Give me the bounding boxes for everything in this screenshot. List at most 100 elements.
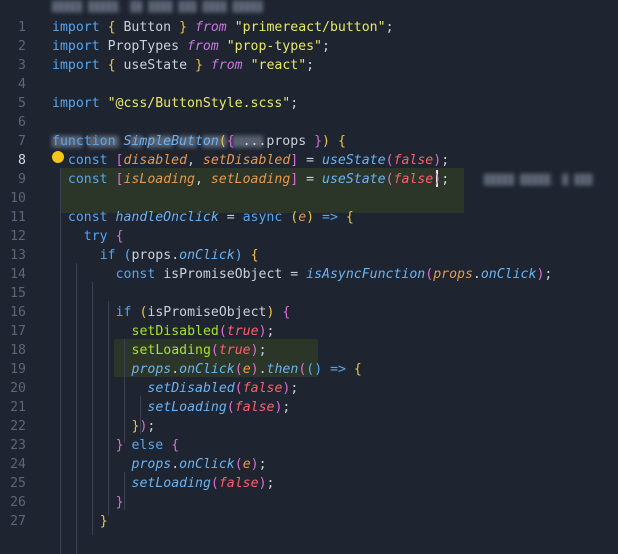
code-line-23[interactable]: } else { [116,436,180,455]
code-line-18[interactable]: setLoading(true); [132,341,267,360]
code-line-21[interactable]: setLoading(false); [147,398,290,417]
code-token: { [107,20,116,35]
code-token: onClick [179,362,235,377]
code-token: useState [115,58,195,73]
code-line-26[interactable]: } [116,493,124,512]
code-token: Button [115,20,180,35]
code-line-12[interactable]: try { [84,227,124,246]
code-line-1[interactable]: import { Button } from "primereact/butto… [52,18,394,37]
code-token: { [337,134,346,149]
code-line-24[interactable]: props.onClick(e); [132,455,267,474]
code-token: . [171,457,180,472]
code-token: ; [441,172,450,187]
line-number[interactable]: 4 [0,75,26,94]
line-number[interactable]: 3 [0,56,26,75]
code-token: () [306,362,323,377]
code-token: props [131,362,172,377]
line-number[interactable]: 5 [0,94,26,113]
line-number[interactable]: 24 [0,455,26,474]
code-line-25[interactable]: setLoading(false); [132,474,275,493]
code-line-27[interactable]: } [100,512,108,531]
lightbulb-icon[interactable] [52,151,64,163]
line-number[interactable]: 22 [0,417,26,436]
line-number[interactable]: 13 [0,246,26,265]
line-number[interactable]: 1 [0,18,26,37]
code-area[interactable]: █████ █████, ██ ████ ███ ████ █████ ████… [52,0,618,554]
code-token: ) [250,362,259,377]
code-token: ( [385,172,394,187]
code-token: , [187,153,203,168]
line-number[interactable]: 14 [0,265,26,284]
code-token: setDisabled [131,324,219,339]
line-number[interactable]: 10 [0,189,26,208]
line-number[interactable]: 2 [0,37,26,56]
line-number[interactable]: 7 [0,132,26,151]
code-token: ) [250,343,259,358]
line-number[interactable]: 19 [0,360,26,379]
code-token: ) [433,172,442,187]
code-token: SimpleButton [123,134,219,149]
code-token: from [186,39,219,54]
line-number[interactable]: 21 [0,398,26,417]
code-line-22[interactable]: }); [132,417,156,436]
codelens-hint[interactable]: █████ █████, ██ ████ ███ ████ █████ [52,3,263,13]
line-number[interactable]: 12 [0,227,26,246]
line-number[interactable]: 25 [0,474,26,493]
code-token: const [115,267,156,282]
code-line-3[interactable]: import { useState } from "react"; [52,56,314,75]
code-token: ; [258,343,267,358]
code-line-17[interactable]: setDisabled(true); [132,322,275,341]
code-token: props [131,457,172,472]
code-line-9[interactable]: const [isLoading, setLoading] = useState… [68,170,449,189]
code-token: then [266,362,299,377]
code-token: ( [234,457,243,472]
line-number[interactable]: 23 [0,436,26,455]
line-number[interactable]: 16 [0,303,26,322]
code-token: useState [322,153,386,168]
code-token: onClick [179,457,235,472]
line-number[interactable]: 20 [0,379,26,398]
line-number[interactable]: 27 [0,512,26,531]
code-token: import [52,58,100,73]
code-token: disabled [123,153,188,168]
code-token: ; [290,381,299,396]
line-number[interactable]: 26 [0,493,26,512]
code-line-8[interactable]: const [disabled, setDisabled] = useState… [68,151,449,170]
code-line-20[interactable]: setDisabled(false); [147,379,298,398]
code-token: isPromiseObject [147,305,267,320]
code-line-2[interactable]: import PropTypes from "prop-types"; [52,37,330,56]
line-number[interactable]: 11 [0,208,26,227]
code-line-5[interactable]: import "@css/ButtonStyle.scss"; [52,94,298,113]
code-token: false [393,153,434,168]
line-number[interactable]: 8 [0,151,26,170]
code-token: false [234,400,275,415]
code-editor[interactable]: 1 2 3 4 5 6 7 8 9 10 11 12 13 14 15 16 17 18 19 20 21 22 23 24 2… [0,0,618,554]
code-line-7[interactable]: function SimpleButton({ ...props }) { [52,132,346,151]
code-line-19[interactable]: props.onClick(e).then(() => { [132,360,362,379]
line-number[interactable]: 17 [0,322,26,341]
code-token: from [194,20,227,35]
code-token: if [115,305,132,320]
code-line-16[interactable]: if (isPromiseObject) { [116,303,291,322]
line-number-gutter: 1 2 3 4 5 6 7 8 9 10 11 12 13 14 15 16 17 18 19 20 21 22 23 24 2… [0,0,40,554]
code-token: ( [210,476,219,491]
line-number[interactable]: 9 [0,170,26,189]
code-token: ) [322,134,330,149]
indent-guide [108,301,109,516]
code-token: "@css/ButtonStyle.scss" [107,96,291,111]
code-line-14[interactable]: const isPromiseObject = isAsyncFunction(… [116,265,553,284]
code-line-11[interactable]: const handleOnclick = async (e) => { [68,208,354,227]
line-number[interactable]: 15 [0,284,26,303]
code-token: setDisabled [147,381,235,396]
line-number[interactable]: 6 [0,113,26,132]
codelens-hint[interactable]: █████ █████, █ ███ [484,176,592,186]
code-line-13[interactable]: if (props.onClick) { [100,246,259,265]
line-number[interactable]: 18 [0,341,26,360]
code-token: "prop-types" [226,39,322,54]
code-token: e [242,457,251,472]
code-token: PropTypes [99,39,187,54]
